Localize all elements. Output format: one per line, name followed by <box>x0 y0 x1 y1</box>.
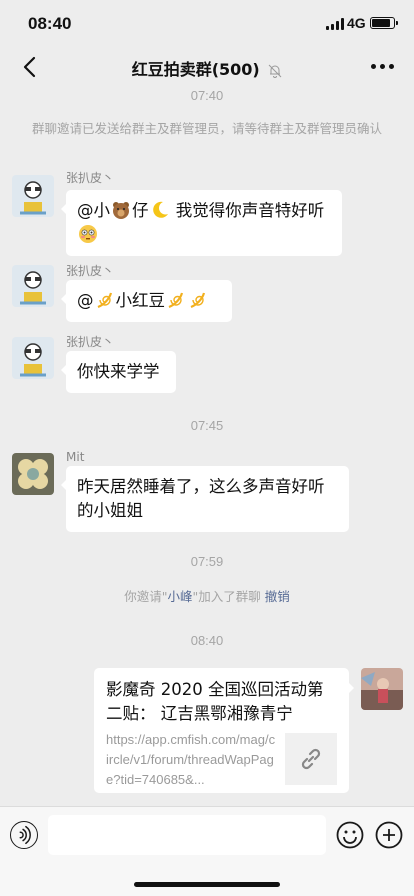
avatar[interactable] <box>12 337 54 379</box>
dizzy-emoji-icon <box>190 292 206 309</box>
message-text: @小 <box>77 201 110 220</box>
status-time: 08:40 <box>28 14 72 33</box>
sender-name: 张扒皮丶 <box>66 171 115 185</box>
moon-emoji-icon <box>152 201 168 218</box>
link-icon <box>285 733 337 785</box>
notice-text: "加入了群聊 <box>192 589 265 604</box>
dizzy-emoji-icon <box>97 292 112 309</box>
battery-icon <box>370 17 398 29</box>
nav-bar: 红豆拍卖群(500) <box>0 48 414 86</box>
plus-icon[interactable] <box>375 821 403 849</box>
message-text: @ <box>77 291 94 310</box>
signal-icon <box>326 18 344 30</box>
sender-name: Mit <box>66 450 85 464</box>
dizzy-emoji-icon <box>168 292 184 309</box>
message-bubble[interactable]: 昨天居然睡着了，这么多声音好听的小姐姐 <box>61 466 349 532</box>
link-card[interactable]: 影魔奇 2020 全国巡回活动第二贴： 辽吉黑鄂湘豫青宁 https://app… <box>94 668 354 793</box>
bear-emoji-icon <box>113 202 129 219</box>
message-text: 昨天居然睡着了，这么多声音好听的小姐姐 <box>77 477 325 520</box>
message-input[interactable] <box>48 815 326 855</box>
sender-name: 张扒皮丶 <box>66 264 115 278</box>
avatar[interactable] <box>12 175 54 217</box>
timestamp: 07:45 <box>190 418 224 433</box>
timestamp: 08:40 <box>190 633 224 648</box>
card-title: 影魔奇 2020 全国巡回活动第二贴： 辽吉黑鄂湘豫青宁 <box>106 680 324 723</box>
flushed-emoji-icon <box>79 225 97 243</box>
avatar[interactable] <box>12 453 54 495</box>
sender-name: 张扒皮丶 <box>66 335 115 349</box>
more-icon[interactable] <box>371 64 394 69</box>
network-type: 4G <box>347 15 366 31</box>
system-notice: 你邀请"小峰"加入了群聊 撤销 <box>30 586 384 607</box>
message-text: 我觉得你声音特好听 <box>170 201 325 220</box>
voice-icon[interactable] <box>10 821 38 849</box>
message-text: 小红豆 <box>115 291 166 310</box>
system-notice: 群聊邀请已发送给群主及群管理员，请等待群主及群管理员确认 <box>31 121 382 136</box>
chat-title-row: 红豆拍卖群(500) <box>0 56 414 80</box>
status-bar: 08:40 4G <box>0 0 414 48</box>
invitee-name[interactable]: 小峰 <box>167 589 192 604</box>
message-bubble[interactable]: 你快来学学 <box>61 351 176 393</box>
timestamp: 07:40 <box>190 88 224 103</box>
message-bubble[interactable]: @ 小红豆 <box>61 280 232 322</box>
mute-bell-icon <box>268 64 282 78</box>
avatar[interactable] <box>361 668 403 710</box>
emoji-icon[interactable] <box>336 821 364 849</box>
avatar[interactable] <box>12 265 54 307</box>
chat-area[interactable]: 07:40 群聊邀请已发送给群主及群管理员，请等待群主及群管理员确认 张扒皮丶 … <box>0 86 414 806</box>
notice-text: 你邀请" <box>124 589 168 604</box>
chat-title: 红豆拍卖群(500) <box>131 60 260 79</box>
card-url: https://app.cmfish.com/mag/circle/v1/for… <box>106 732 276 787</box>
message-text: 仔 <box>132 201 149 220</box>
message-text: 你快来学学 <box>77 362 160 381</box>
home-indicator <box>134 882 280 887</box>
message-bubble[interactable]: @小 仔 我觉得你声音特好听 <box>61 190 342 256</box>
revoke-link[interactable]: 撤销 <box>265 589 290 604</box>
timestamp: 07:59 <box>190 554 224 569</box>
